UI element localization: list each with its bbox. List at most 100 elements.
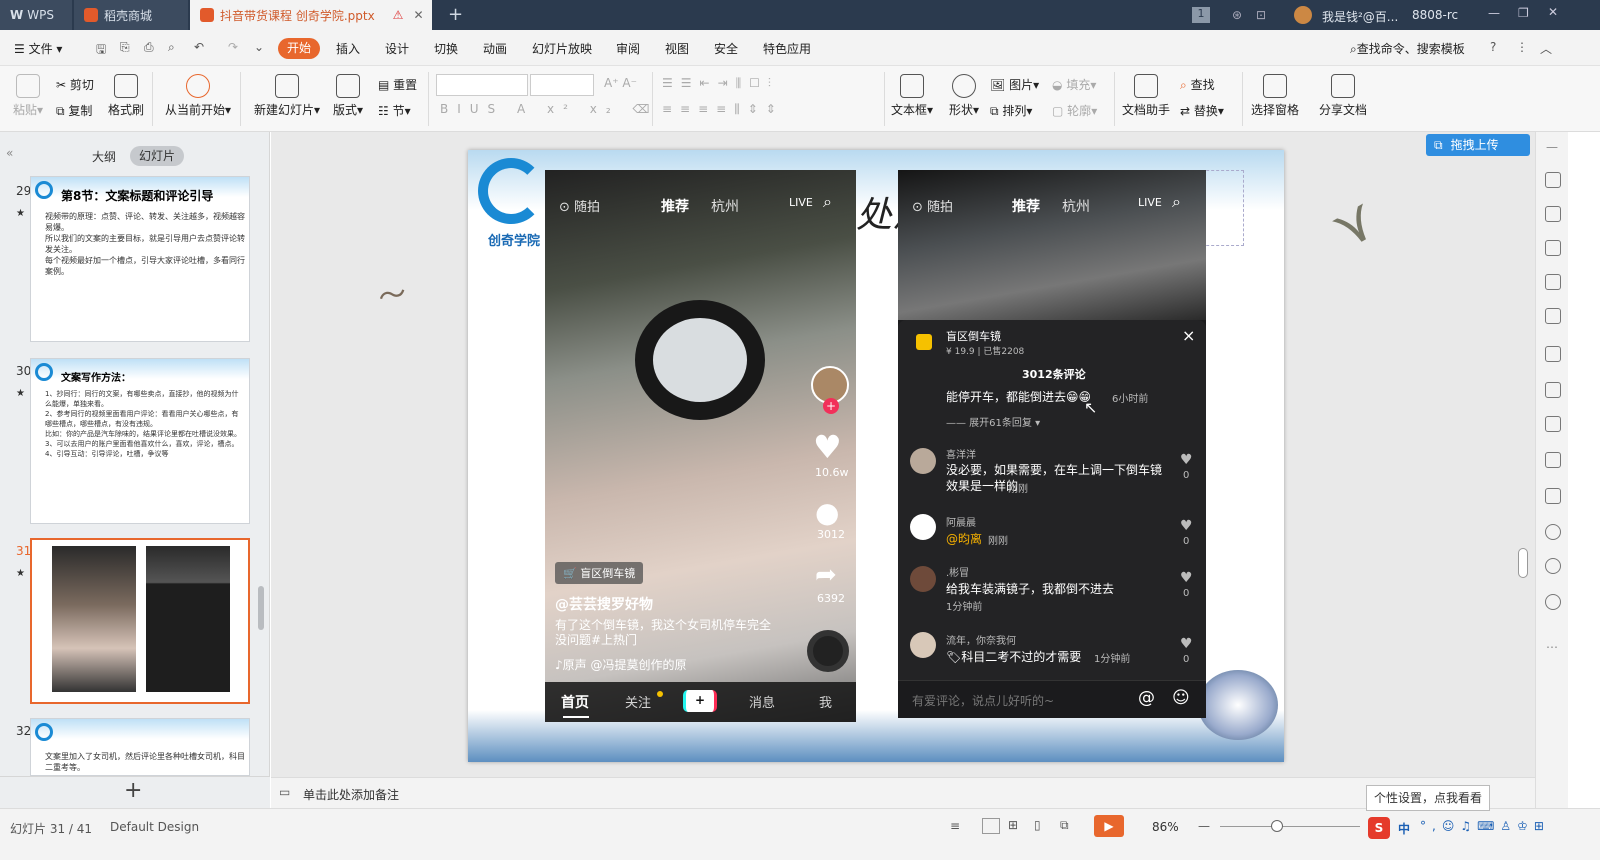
font-family-select[interactable] [436, 74, 528, 96]
comment-user[interactable]: .彬冒 [946, 564, 969, 579]
paste-button[interactable]: 粘贴▾ [10, 74, 46, 118]
tab-design[interactable]: 设计 [385, 40, 409, 57]
notes-bar[interactable]: ▭ 单击此处添加备注 [271, 777, 1535, 808]
share-icon[interactable]: ➦ [815, 560, 837, 590]
replace-button[interactable]: ⇄ 替换▾ [1180, 102, 1224, 119]
slide-thumbnail-29[interactable]: 第8节：文案标题和评论引导 视频带的原理：点赞、评论、转发、关注越多，视频越容易… [30, 176, 250, 342]
new-tab-button[interactable]: + [448, 4, 463, 25]
export-icon[interactable]: ⎘ [120, 40, 130, 55]
avatar[interactable] [910, 632, 936, 658]
search-icon[interactable]: ⌕ [1172, 192, 1181, 212]
object-icon[interactable] [1545, 274, 1561, 290]
tab-animation[interactable]: 动画 [483, 40, 507, 57]
video-username[interactable]: @芸芸搜罗好物 [555, 594, 653, 614]
layout-button[interactable]: 版式▾ [330, 74, 366, 118]
nav-messages[interactable]: 消息 [749, 692, 775, 711]
tab-slideshow[interactable]: 幻灯片放映 [532, 40, 592, 57]
design-name[interactable]: Default Design [110, 820, 199, 834]
copy-button[interactable]: ⧉ 复制 [56, 102, 92, 119]
tab-transition[interactable]: 切换 [434, 40, 458, 57]
sogou-ime-icon[interactable]: S [1368, 817, 1390, 839]
slide-thumbnail-30[interactable]: 文案写作方法： 1、抄同行：同行的文案，有哪些卖点，直接抄，他的视频为什么能爆，… [30, 358, 250, 524]
comment-like-icon[interactable]: ♥ [1180, 518, 1193, 534]
reading-view-icon[interactable]: ▯ [1034, 818, 1041, 832]
tab-home[interactable]: 开始 [278, 38, 320, 59]
select-pane-button[interactable]: 选择窗格 [1248, 74, 1302, 118]
tab-recommend[interactable]: 推荐 [1012, 196, 1040, 216]
at-icon[interactable]: @ [1138, 688, 1155, 708]
comment-like-icon[interactable]: ♥ [1180, 452, 1193, 468]
font-size-select[interactable] [530, 74, 594, 96]
section-button[interactable]: ☷ 节▾ [378, 102, 411, 119]
collapse-ribbon-icon[interactable]: ︿ [1540, 40, 1552, 57]
save-icon[interactable]: 🖫 [96, 40, 106, 61]
personalize-tooltip[interactable]: 个性设置，点我看看 [1366, 785, 1490, 811]
cloud-icon[interactable]: ⊛ [1232, 8, 1242, 22]
tab-outline[interactable]: 大纲 [92, 148, 116, 165]
ime-mode[interactable]: 中 [1398, 820, 1410, 837]
tab-suipai[interactable]: ⊙ 随拍 [912, 196, 953, 215]
canvas-scrollbar[interactable] [1518, 548, 1528, 578]
paragraph-buttons[interactable]: ☰☰⇤⇥⫼☐⫶ [662, 76, 779, 91]
ime-toolbar-icons[interactable]: °,☺♫⌨♙♔⊞ [1420, 819, 1550, 833]
comment-icon[interactable]: ● [815, 496, 839, 529]
tab-insert[interactable]: 插入 [336, 40, 360, 57]
wps-home-tab[interactable]: W WPS [0, 0, 72, 30]
user-name[interactable]: 我是钱²@百... [1322, 8, 1398, 25]
tab-security[interactable]: 安全 [714, 40, 738, 57]
live-icon[interactable]: LIVE [1138, 196, 1162, 209]
music-disc-icon[interactable] [807, 630, 849, 672]
find-button[interactable]: ⌕ 查找 [1180, 76, 1215, 93]
undo-icon[interactable]: ↶ [194, 40, 204, 54]
comment-user[interactable]: 流年，你奈我何 [946, 632, 1016, 647]
new-slide-button[interactable]: 新建幻灯片▾ [252, 74, 322, 118]
comment-input[interactable]: 有爱评论，说点儿好听的~ [912, 692, 1054, 709]
heart-icon[interactable]: ♥ [813, 428, 842, 466]
live-icon[interactable]: LIVE [789, 196, 813, 209]
picture-button[interactable]: 🖼 图片▾ [990, 76, 1039, 93]
tab-pptx-document[interactable]: 抖音带货课程 创奇学院.pptx ⚠ ✕ [190, 0, 432, 30]
file-menu[interactable]: ☰ 文件 ▾ [14, 40, 62, 57]
reset-button[interactable]: ▤ 重置 [378, 76, 417, 93]
more-menu-icon[interactable]: ⋮ [1516, 40, 1528, 54]
tab-city[interactable]: 杭州 [711, 196, 739, 216]
shape-style-icon[interactable] [1545, 240, 1561, 256]
tab-view[interactable]: 视图 [665, 40, 689, 57]
expand-replies[interactable]: —— 展开61条回复 ▾ [946, 414, 1040, 429]
shape-button[interactable]: 形状▾ [944, 74, 984, 118]
settings-sliders-icon[interactable] [1545, 308, 1561, 324]
outline-button[interactable]: ▢ 轮廓▾ [1052, 102, 1097, 119]
close-window-icon[interactable]: ✕ [1548, 5, 1558, 19]
collapse-panel-icon[interactable]: « [6, 146, 13, 160]
share-doc-button[interactable]: 分享文档 [1316, 74, 1370, 118]
avatar[interactable] [910, 448, 936, 474]
comment-like-icon[interactable]: ♥ [1180, 636, 1193, 652]
avatar[interactable] [910, 566, 936, 592]
window-icon[interactable]: ⊡ [1256, 8, 1266, 22]
magic-icon[interactable] [1545, 172, 1561, 188]
cut-button[interactable]: ✂ 剪切 [56, 76, 94, 93]
print-icon[interactable]: ⎙ [144, 40, 154, 55]
history-icon[interactable] [1545, 558, 1561, 574]
close-comments-icon[interactable]: × [1182, 326, 1195, 345]
minimize-icon[interactable]: — [1488, 6, 1500, 20]
more-icon[interactable]: ⌄ [254, 40, 264, 54]
nav-me[interactable]: 我 [819, 692, 832, 711]
audio-icon[interactable] [1545, 488, 1561, 504]
search-command[interactable]: ⌕查找命令、搜索模板 [1350, 40, 1465, 57]
nav-home[interactable]: 首页 [561, 692, 589, 712]
font-style-buttons[interactable]: BIUS A x² x₂ ⌫ [440, 102, 658, 116]
comment-user[interactable]: 喜洋洋 [946, 446, 976, 461]
zoom-level[interactable]: 86% [1152, 820, 1179, 834]
fill-button[interactable]: ◒ 填充▾ [1052, 76, 1096, 93]
tab-suipai[interactable]: ⊙ 随拍 [559, 196, 600, 215]
template-icon[interactable] [1545, 206, 1561, 222]
archive-icon[interactable] [1545, 416, 1561, 432]
sorter-view-icon[interactable]: ⊞ [1008, 818, 1018, 832]
product-name[interactable]: 盲区倒车镜 [946, 328, 1001, 344]
tab-special[interactable]: 特色应用 [763, 40, 811, 57]
zoom-slider[interactable] [1220, 826, 1360, 827]
notes-placeholder[interactable]: 单击此处添加备注 [303, 786, 399, 803]
nav-follow[interactable]: 关注 [625, 692, 651, 711]
help-circle-icon[interactable] [1545, 594, 1561, 610]
